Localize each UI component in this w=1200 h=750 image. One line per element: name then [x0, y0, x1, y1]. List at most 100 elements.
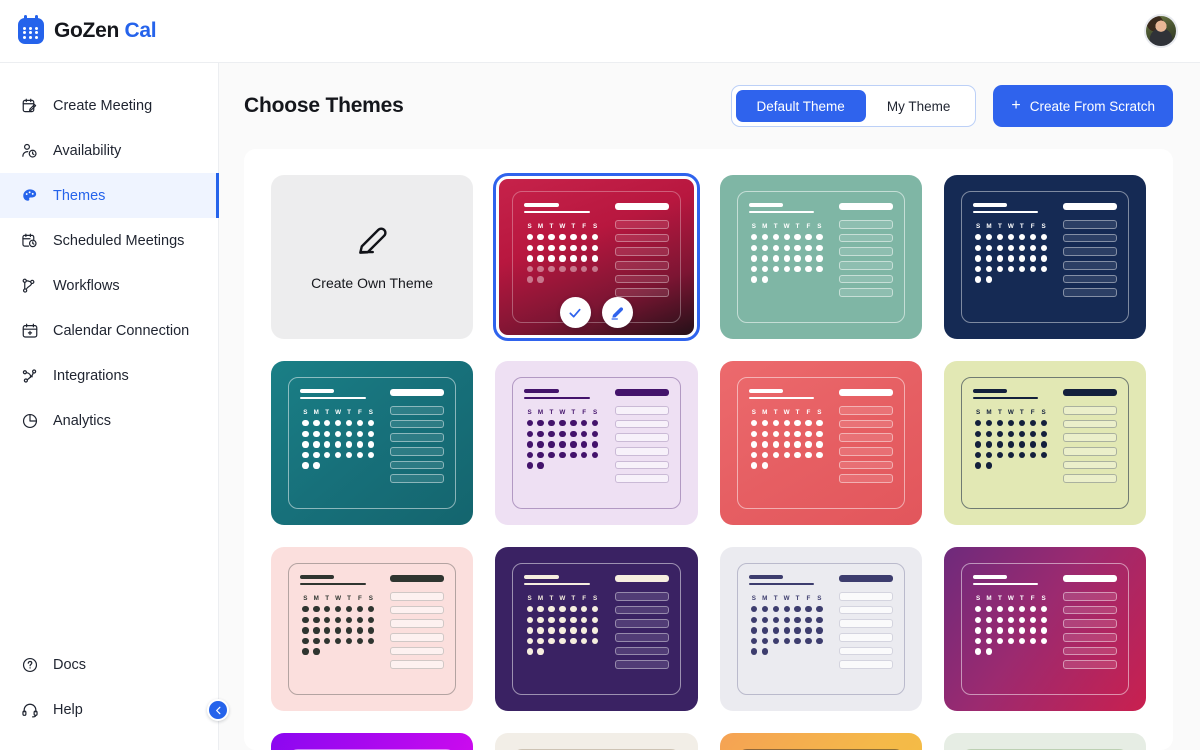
- sidebar-item-availability[interactable]: Availability: [0, 128, 218, 173]
- date-dot: [1029, 606, 1036, 613]
- date-dot: [302, 441, 309, 448]
- date-dot: [996, 616, 1004, 623]
- theme-card-violet-magenta[interactable]: SMTWTFS: [271, 733, 474, 750]
- day-label: T: [795, 223, 800, 230]
- date-dot: [996, 244, 1004, 251]
- sidebar-collapse-button[interactable]: [207, 699, 229, 721]
- theme-card-midnight-navy[interactable]: SMTWTFS: [943, 175, 1146, 339]
- sidebar-item-integrations[interactable]: Integrations: [0, 353, 218, 398]
- preview-title-line: [300, 389, 335, 393]
- sidebar-item-label: Scheduled Meetings: [53, 232, 185, 249]
- date-dot: [794, 441, 801, 448]
- sidebar-nav-bottom: Docs Help: [0, 642, 218, 750]
- date-dot: [985, 616, 993, 623]
- integrations-icon: [22, 368, 36, 383]
- sidebar-item-calendar-connection[interactable]: Calendar Connection: [0, 308, 218, 353]
- date-dot: [805, 637, 812, 645]
- date-dot: [750, 255, 758, 262]
- date-dot: [975, 627, 982, 634]
- date-dot: [559, 234, 566, 241]
- date-dot: [1040, 234, 1047, 241]
- theme-card-deep-teal[interactable]: SMTWTFS: [271, 361, 474, 525]
- date-dot: [335, 430, 342, 437]
- date-dot: [537, 637, 544, 645]
- date-dot: [996, 451, 1004, 459]
- day-label: W: [783, 409, 790, 416]
- day-label: T: [571, 595, 576, 602]
- date-dot: [805, 234, 812, 241]
- sidebar-item-help[interactable]: Help: [0, 687, 218, 732]
- sidebar-item-analytics[interactable]: Analytics: [0, 398, 218, 443]
- preview-time-slot: [390, 460, 445, 470]
- app-root: GoZen Cal Create Meeting Availability Them…: [0, 0, 1200, 750]
- date-dot: [1007, 627, 1015, 634]
- day-label: S: [1041, 595, 1046, 602]
- date-dot: [367, 451, 375, 459]
- day-label: S: [817, 409, 822, 416]
- date-dot: [783, 234, 790, 241]
- create-from-scratch-button[interactable]: + Create From Scratch: [993, 85, 1173, 127]
- day-label: M: [762, 409, 768, 416]
- theme-card-pale-lime[interactable]: SMTWTFS: [943, 361, 1146, 525]
- theme-card-coral-red[interactable]: SMTWTFS: [719, 361, 922, 525]
- date-dot: [772, 441, 779, 448]
- date-dot: [526, 255, 533, 262]
- date-dot: [985, 451, 993, 459]
- preview-subtitle-line: [524, 210, 590, 213]
- date-dot: [975, 606, 982, 613]
- date-dot: [750, 637, 758, 645]
- date-dot: [772, 616, 779, 623]
- date-dot: [559, 265, 566, 273]
- preview-day-labels: SMTWTFS: [973, 223, 1049, 230]
- date-dot: [750, 616, 758, 623]
- avatar[interactable]: [1144, 14, 1178, 48]
- theme-card-crimson-gradient[interactable]: SMTWTFS: [493, 173, 700, 341]
- date-dot: [975, 234, 982, 241]
- theme-card-cream-beige[interactable]: SMTWTFS: [495, 733, 698, 750]
- tab-default-theme[interactable]: Default Theme: [735, 90, 866, 122]
- date-dot: [1040, 420, 1047, 427]
- theme-card-blush-pink[interactable]: SMTWTFS: [271, 547, 474, 711]
- date-dot: [367, 627, 375, 634]
- preview-time-slot: [838, 619, 893, 628]
- preview-time-slot: [838, 274, 893, 284]
- sidebar-item-workflows[interactable]: Workflows: [0, 263, 218, 308]
- date-dot: [750, 265, 758, 273]
- sidebar-item-themes[interactable]: Themes: [0, 173, 219, 218]
- avatar-wrapper[interactable]: [1144, 14, 1178, 48]
- sidebar-item-create-meeting[interactable]: Create Meeting: [0, 83, 218, 128]
- sidebar-item-scheduled-meetings[interactable]: Scheduled Meetings: [0, 218, 218, 263]
- day-label: M: [986, 223, 992, 230]
- date-dot: [750, 441, 758, 448]
- theme-card-amber-gold[interactable]: SMTWTFS: [719, 733, 922, 750]
- date-dot: [985, 441, 993, 448]
- calendar-plus-icon: [20, 321, 39, 340]
- date-dot: [537, 606, 544, 613]
- tab-my-theme[interactable]: My Theme: [866, 90, 972, 122]
- date-dot: [559, 606, 566, 613]
- date-dot: [750, 430, 758, 437]
- theme-card-mint-white[interactable]: SMTWTFS: [943, 733, 1146, 750]
- date-dot: [581, 441, 588, 448]
- date-dot: [548, 627, 555, 634]
- theme-card-magenta-gradient[interactable]: SMTWTFS: [943, 547, 1146, 711]
- date-dot: [324, 430, 331, 437]
- date-dot: [805, 616, 812, 623]
- sidebar-item-label: Help: [53, 701, 83, 718]
- edit-theme-button[interactable]: [601, 297, 633, 328]
- theme-card-sage-green[interactable]: SMTWTFS: [719, 175, 922, 339]
- theme-card-cloud-grey[interactable]: SMTWTFS: [719, 547, 922, 711]
- theme-card-royal-indigo[interactable]: SMTWTFS: [495, 547, 698, 711]
- theme-preview-slots: [390, 389, 445, 499]
- date-dot: [750, 648, 758, 655]
- sidebar-item-docs[interactable]: Docs: [0, 642, 218, 687]
- date-dot: [570, 616, 577, 623]
- brand-logo[interactable]: GoZen Cal: [18, 15, 157, 44]
- create-own-theme-card[interactable]: Create Own Theme: [271, 175, 474, 339]
- theme-card-lavender-mist[interactable]: SMTWTFS: [495, 361, 698, 525]
- date-dot: [783, 616, 790, 623]
- select-theme-button[interactable]: [559, 297, 591, 328]
- main-header: Choose Themes Default Theme My Theme + C…: [219, 63, 1200, 149]
- create-from-scratch-label: Create From Scratch: [1029, 98, 1155, 114]
- date-dot: [302, 616, 309, 623]
